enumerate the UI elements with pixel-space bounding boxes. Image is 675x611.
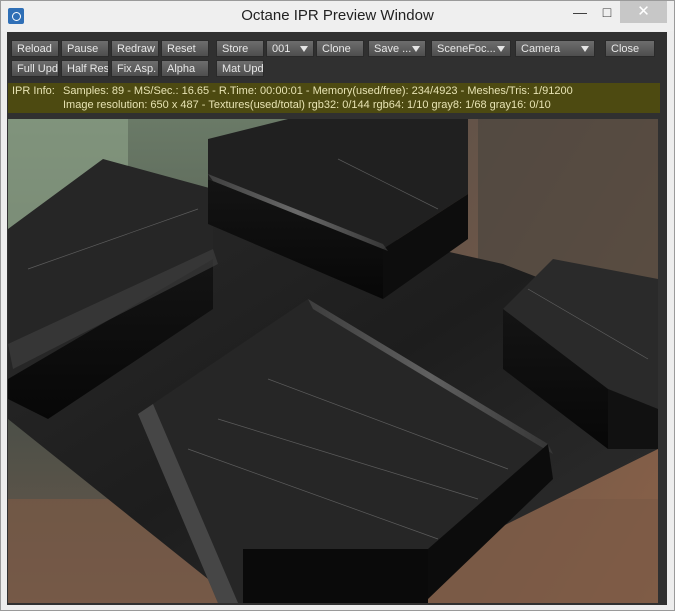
material-update-button[interactable]: Mat Upd bbox=[216, 60, 264, 77]
redraw-button[interactable]: Redraw bbox=[111, 40, 159, 57]
clone-button[interactable]: Clone bbox=[316, 40, 364, 57]
ipr-preview-window: Octane IPR Preview Window — □ ✕ Reload P… bbox=[0, 0, 675, 611]
minimize-button[interactable]: — bbox=[567, 1, 593, 23]
pause-button[interactable]: Pause bbox=[61, 40, 109, 57]
reset-button[interactable]: Reset bbox=[161, 40, 209, 57]
close-button[interactable]: Close bbox=[605, 40, 655, 57]
alpha-button[interactable]: Alpha bbox=[161, 60, 209, 77]
store-slot-value: 001 bbox=[272, 43, 291, 55]
ipr-stats-line: Samples: 89 - MS/Sec.: 16.65 - R.Time: 0… bbox=[63, 85, 573, 97]
render-viewport[interactable] bbox=[8, 119, 658, 603]
reload-button[interactable]: Reload bbox=[11, 40, 59, 57]
store-slot-dropdown[interactable]: 001 bbox=[266, 40, 314, 57]
fix-aspect-button[interactable]: Fix Asp. bbox=[111, 60, 159, 77]
camera-label: Camera bbox=[521, 43, 561, 55]
save-label: Save ... bbox=[374, 43, 412, 55]
ipr-content-panel: Reload Pause Redraw Reset Store 001 Clon… bbox=[7, 32, 667, 605]
chevron-down-icon bbox=[581, 46, 589, 52]
maximize-button[interactable]: □ bbox=[594, 1, 620, 23]
title-bar[interactable]: Octane IPR Preview Window — □ ✕ bbox=[1, 1, 674, 31]
ipr-info-bar: IPR Info: Samples: 89 - MS/Sec.: 16.65 -… bbox=[8, 83, 660, 113]
chevron-down-icon bbox=[412, 46, 420, 52]
rendered-scene bbox=[8, 119, 658, 603]
store-button[interactable]: Store bbox=[216, 40, 264, 57]
ipr-info-label: IPR Info: bbox=[12, 85, 55, 97]
camera-dropdown[interactable]: Camera bbox=[515, 40, 595, 57]
full-update-button[interactable]: Full Upd. bbox=[11, 60, 59, 77]
close-window-button[interactable]: ✕ bbox=[620, 1, 667, 23]
half-res-button[interactable]: Half Res bbox=[61, 60, 109, 77]
scene-focus-dropdown[interactable]: SceneFoc... bbox=[431, 40, 511, 57]
chevron-down-icon bbox=[497, 46, 505, 52]
scene-focus-label: SceneFoc... bbox=[437, 43, 496, 55]
ipr-resolution-line: Image resolution: 650 x 487 - Textures(u… bbox=[63, 99, 551, 111]
chevron-down-icon bbox=[300, 46, 308, 52]
save-dropdown[interactable]: Save ... bbox=[368, 40, 426, 57]
